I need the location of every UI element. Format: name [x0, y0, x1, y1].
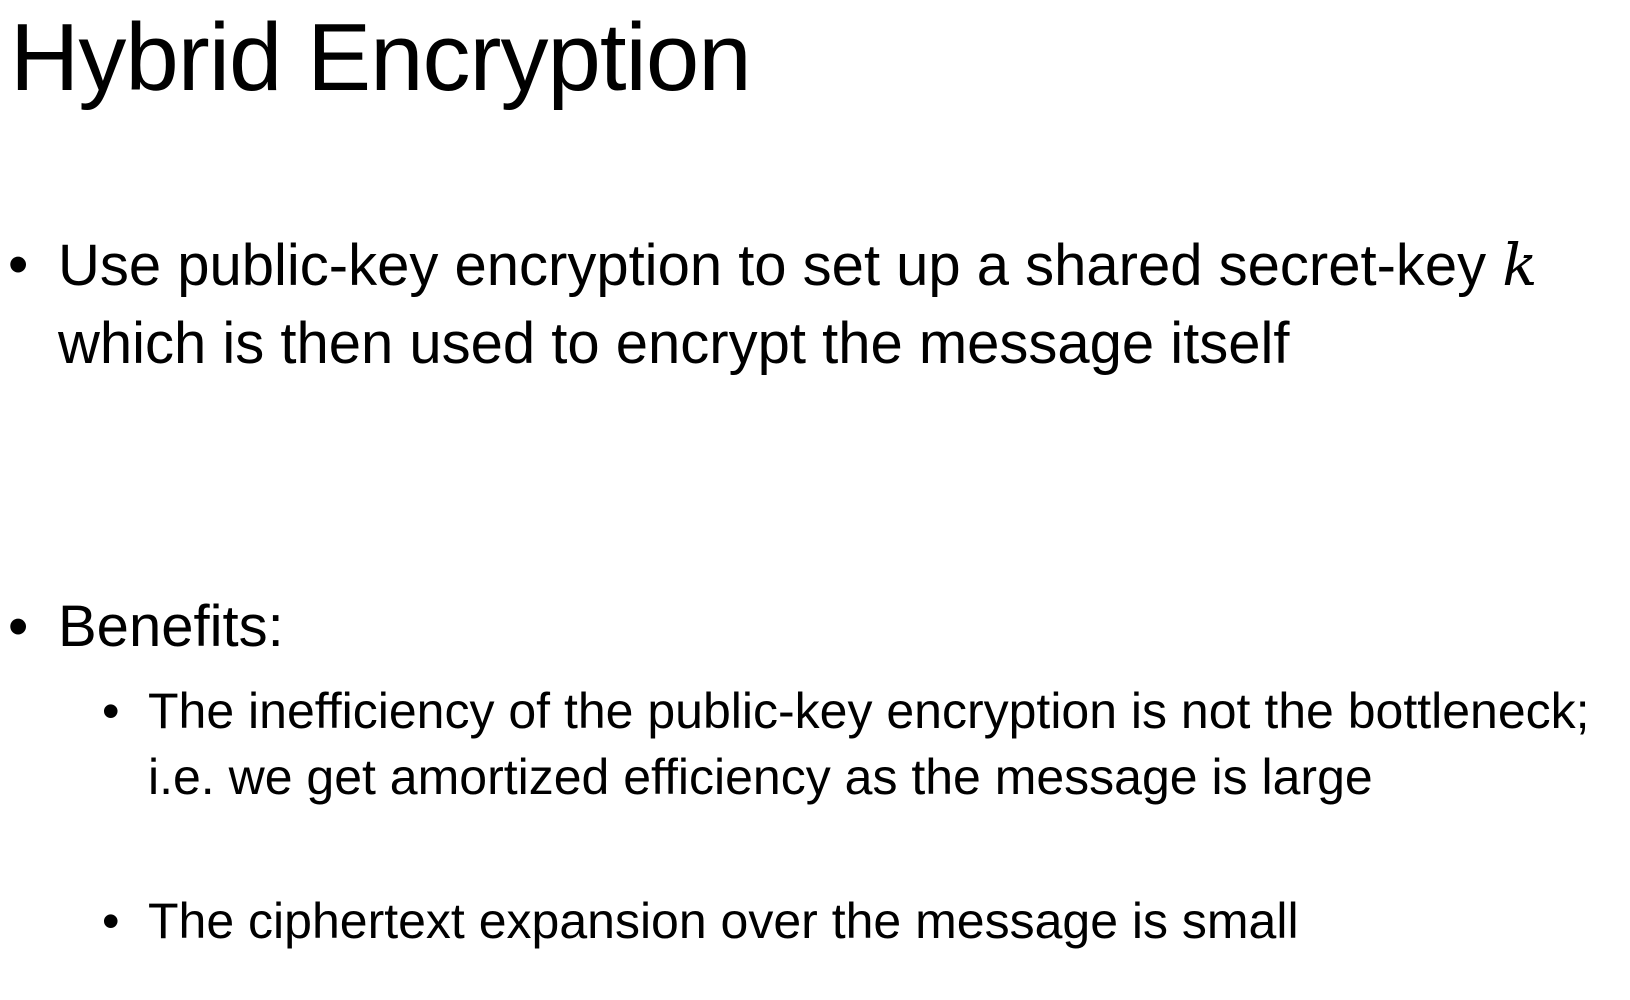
- bullet-marker: •: [8, 232, 29, 297]
- slide: Hybrid Encryption • Use public-key encry…: [0, 0, 1630, 1000]
- bullet-text: Use public-key encryption to set up a sh…: [58, 226, 1623, 383]
- sub-bullet-text: The ciphertext expansion over the messag…: [148, 893, 1299, 949]
- sub-bullet-marker: •: [102, 683, 120, 739]
- sub-bullet-text: The inefficiency of the public-key encry…: [148, 683, 1590, 805]
- bullet-text-part: which is then used to encrypt the messag…: [58, 311, 1290, 376]
- slide-title: Hybrid Encryption: [10, 4, 752, 111]
- math-variable: k: [1502, 231, 1538, 299]
- sub-bullet-marker: •: [102, 893, 120, 949]
- bullet-text: Benefits:: [58, 594, 284, 659]
- bullet-marker: •: [8, 594, 29, 659]
- bullet-text-part: Use public-key encryption to set up a sh…: [58, 233, 1503, 298]
